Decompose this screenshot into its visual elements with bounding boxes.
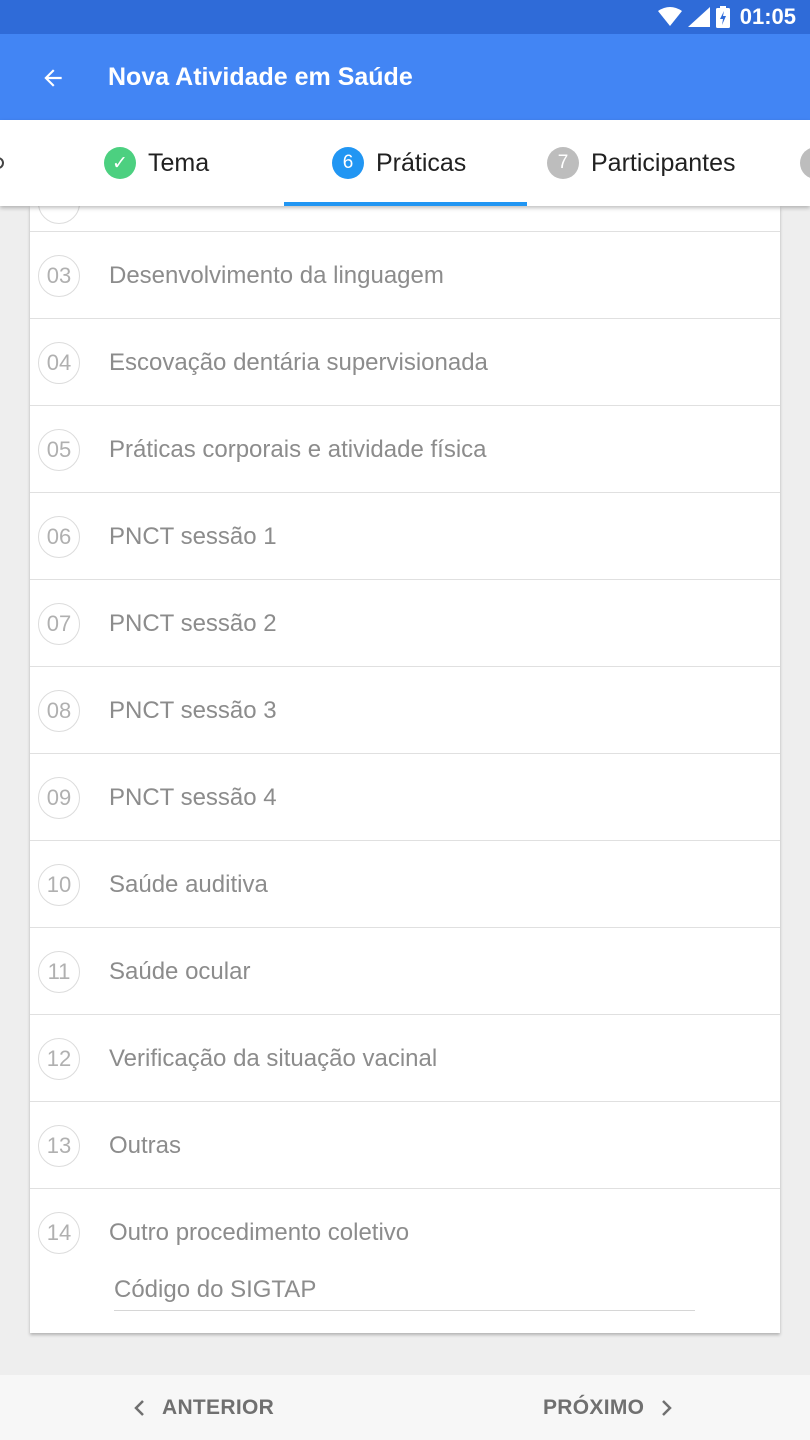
next-button[interactable]: PRÓXIMO	[543, 1375, 674, 1440]
page-title: Nova Atividade em Saúde	[108, 63, 413, 91]
signal-icon	[687, 7, 710, 27]
list-item-number: 09	[38, 777, 80, 819]
list-item-partial[interactable]	[30, 206, 780, 232]
list-item-label: Escovação dentária supervisionada	[109, 349, 488, 376]
previous-button-label: ANTERIOR	[162, 1395, 275, 1419]
list-item[interactable]: 10 Saúde auditiva	[30, 841, 780, 928]
tab-participantes-badge: 7	[547, 147, 579, 179]
list-item-label: Desenvolvimento da linguagem	[109, 262, 444, 289]
tab-praticas-label: Práticas	[376, 148, 467, 177]
check-icon: ✓	[104, 147, 136, 179]
list-item-label: PNCT sessão 1	[109, 523, 277, 550]
list-item[interactable]: 08 PNCT sessão 3	[30, 667, 780, 754]
list-item-number-partial	[38, 206, 80, 224]
list-item[interactable]: 05 Práticas corporais e atividade física	[30, 406, 780, 493]
list-item[interactable]: 03 Desenvolvimento da linguagem	[30, 232, 780, 319]
list-item-number: 03	[38, 255, 80, 297]
tab-indicator	[284, 202, 527, 206]
list-item[interactable]: 13 Outras	[30, 1102, 780, 1189]
stepper-tabs: ✓ Tema 6 Práticas 7 Participantes	[0, 120, 810, 206]
previous-button[interactable]: ANTERIOR	[132, 1375, 274, 1440]
list-item-label: Saúde ocular	[109, 958, 251, 985]
list-item[interactable]: 12 Verificação da situação vacinal	[30, 1015, 780, 1102]
tab-participantes[interactable]: 7 Participantes	[547, 120, 736, 206]
list-item-label: Verificação da situação vacinal	[109, 1045, 438, 1072]
next-tab-edge[interactable]	[800, 120, 810, 206]
app-bar: Nova Atividade em Saúde	[0, 34, 810, 120]
list-item-number: 11	[38, 951, 80, 993]
list-item-number: 13	[38, 1125, 80, 1167]
list-item[interactable]: 14 Outro procedimento coletivo	[30, 1189, 780, 1329]
tab-praticas[interactable]: 6 Práticas	[332, 120, 466, 206]
list-item-number: 06	[38, 516, 80, 558]
chevron-right-icon	[662, 1399, 673, 1416]
list-item[interactable]: 06 PNCT sessão 1	[30, 493, 780, 580]
list-item[interactable]: 04 Escovação dentária supervisionada	[30, 319, 780, 406]
practices-list: 03 Desenvolvimento da linguagem 04 Escov…	[30, 206, 780, 1333]
tab-tema-label: Tema	[148, 148, 210, 177]
next-button-label: PRÓXIMO	[543, 1395, 645, 1419]
list-item-number: 10	[38, 864, 80, 906]
status-bar: 01:05	[0, 0, 810, 34]
arrow-back-icon	[44, 69, 62, 87]
list-item-number: 07	[38, 603, 80, 645]
list-item-number: 14	[38, 1212, 80, 1254]
tab-participantes-label: Participantes	[591, 148, 736, 177]
list-item[interactable]: 07 PNCT sessão 2	[30, 580, 780, 667]
status-time: 01:05	[739, 4, 796, 29]
list-item-number: 08	[38, 690, 80, 732]
status-icons: 01:05	[657, 0, 796, 34]
battery-icon	[715, 6, 730, 28]
list-item-label: PNCT sessão 3	[109, 697, 277, 724]
tab-praticas-badge: 6	[332, 147, 364, 179]
wifi-icon	[657, 7, 682, 26]
chevron-left-icon	[134, 1399, 144, 1416]
previous-tab-edge[interactable]	[0, 120, 4, 206]
list-item-label: PNCT sessão 2	[109, 610, 277, 637]
list-item-label: Outras	[109, 1132, 182, 1159]
list-item-label: Práticas corporais e atividade física	[109, 436, 487, 463]
tab-tema[interactable]: ✓ Tema	[104, 120, 209, 206]
bottom-navigation: ANTERIOR PRÓXIMO	[0, 1375, 810, 1440]
list-item-label: PNCT sessão 4	[109, 784, 277, 811]
list-item-number: 05	[38, 429, 80, 471]
list-item-number: 12	[38, 1038, 80, 1080]
back-button[interactable]	[30, 55, 76, 101]
list-item-label: Outro procedimento coletivo	[109, 1219, 410, 1246]
list-item-number: 04	[38, 342, 80, 384]
list-item[interactable]: 09 PNCT sessão 4	[30, 754, 780, 841]
list-item-label: Saúde auditiva	[109, 871, 268, 898]
sigtap-code-input[interactable]	[114, 1269, 695, 1311]
list-item[interactable]: 11 Saúde ocular	[30, 928, 780, 1015]
